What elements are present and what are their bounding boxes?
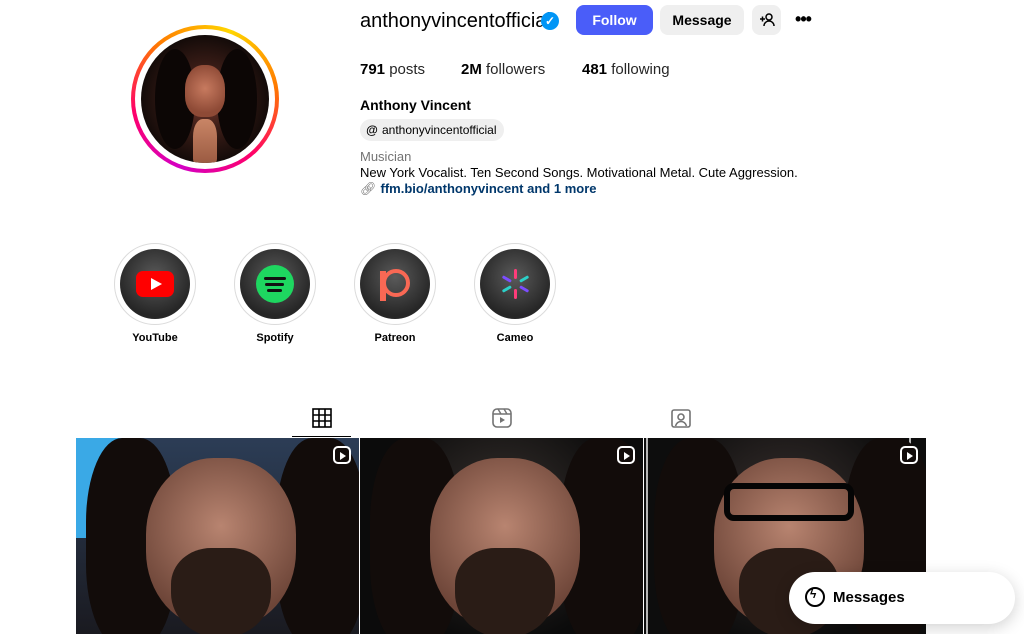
tab-posts[interactable] <box>310 406 334 430</box>
threads-handle: anthonyvincentofficial <box>382 123 497 137</box>
tab-reels[interactable] <box>490 406 514 430</box>
reels-icon <box>492 408 512 428</box>
patreon-icon <box>376 265 414 303</box>
follow-button[interactable]: Follow <box>576 5 653 35</box>
followers-stat[interactable]: 2M followers <box>461 61 545 79</box>
messages-button[interactable]: Messages <box>789 572 1015 624</box>
reel-indicator-icon <box>617 446 635 464</box>
followers-count: 2M <box>461 61 482 78</box>
link-icon: 🔗︎ <box>360 181 377 196</box>
threads-badge[interactable]: @ anthonyvincentofficial <box>360 119 504 141</box>
highlight-patreon[interactable]: Patreon <box>354 243 436 344</box>
highlight-label: Cameo <box>496 332 534 344</box>
post-thumbnail[interactable] <box>76 438 359 634</box>
posts-label: posts <box>389 61 426 78</box>
following-stat[interactable]: 481 following <box>582 61 670 79</box>
posts-stat[interactable]: 791 posts <box>360 61 425 79</box>
avatar-photo <box>141 35 269 163</box>
highlight-label: Patreon <box>374 332 416 344</box>
post-thumbnail[interactable] <box>360 438 643 634</box>
cameo-icon <box>500 269 530 299</box>
profile-avatar[interactable] <box>131 25 279 173</box>
profile-username: anthonyvincentofficial <box>360 10 551 32</box>
followers-label: followers <box>486 61 546 78</box>
youtube-icon <box>136 271 174 297</box>
highlight-label: YouTube <box>132 332 178 344</box>
profile-link[interactable]: 🔗︎ ffm.bio/anthonyvincent and 1 more <box>360 181 596 197</box>
profile-link-text: ffm.bio/anthonyvincent and 1 more <box>380 181 597 196</box>
tab-tagged[interactable] <box>669 406 693 430</box>
highlight-label: Spotify <box>256 332 294 344</box>
following-count: 481 <box>582 61 608 78</box>
suggest-user-button[interactable] <box>752 5 781 35</box>
threads-icon: @ <box>366 123 378 137</box>
active-tab-indicator <box>292 436 351 437</box>
highlight-youtube[interactable]: YouTube <box>114 243 196 344</box>
message-button[interactable]: Message <box>660 5 744 35</box>
posts-count: 791 <box>360 61 386 78</box>
profile-bio: New York Vocalist. Ten Second Songs. Mot… <box>360 165 798 180</box>
profile-full-name: Anthony Vincent <box>360 97 471 113</box>
reel-indicator-icon <box>333 446 351 464</box>
profile-category: Musician <box>360 149 412 164</box>
highlight-spotify[interactable]: Spotify <box>234 243 316 344</box>
highlight-cameo[interactable]: Cameo <box>474 243 556 344</box>
verified-badge-icon: ✓ <box>541 12 559 30</box>
spotify-icon <box>256 265 294 303</box>
tagged-icon <box>671 409 691 428</box>
messages-label: Messages <box>833 589 905 606</box>
more-options-icon[interactable]: ••• <box>792 5 814 35</box>
add-person-icon <box>759 13 775 27</box>
messenger-icon <box>805 587 825 607</box>
grid-icon <box>312 408 332 428</box>
following-label: following <box>611 61 670 78</box>
reel-indicator-icon <box>900 446 918 464</box>
